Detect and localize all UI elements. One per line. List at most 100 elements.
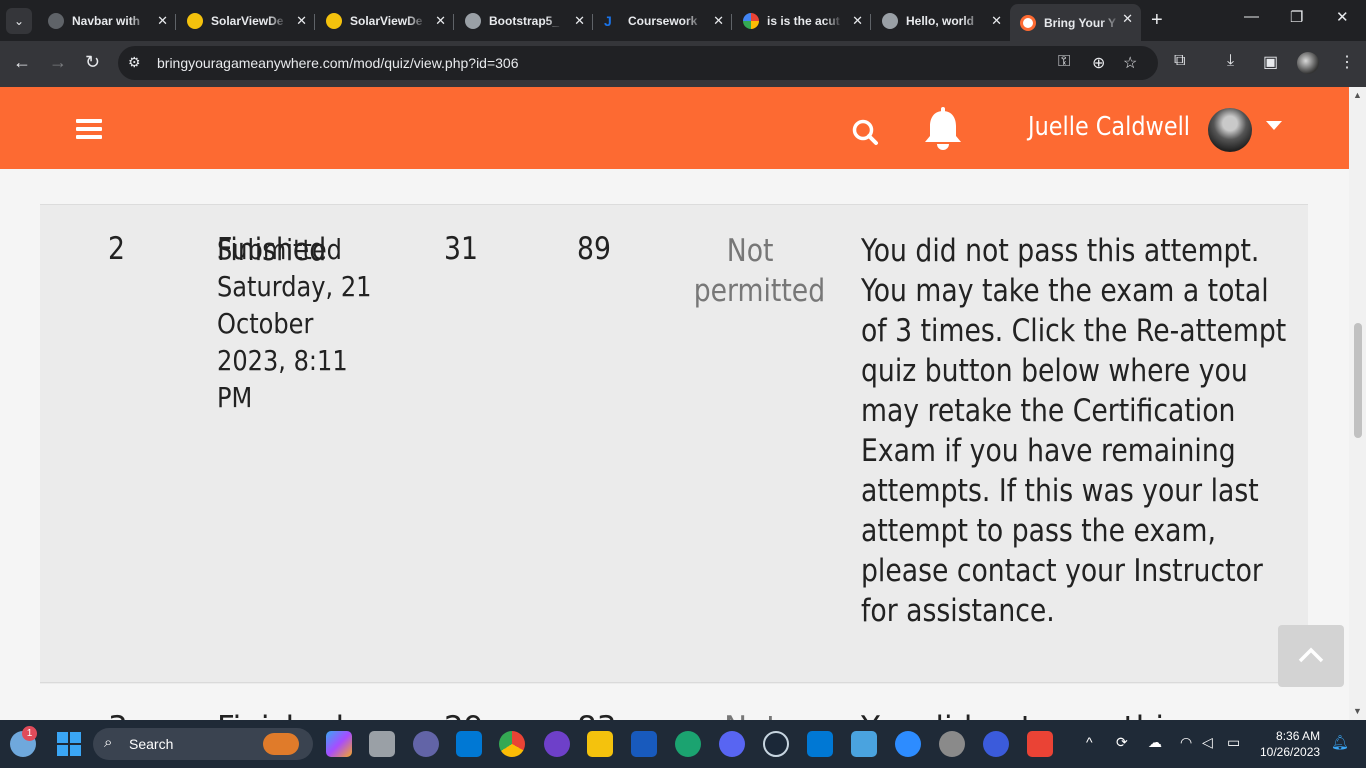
attempt-state: Finished [217, 710, 344, 720]
store-icon[interactable] [807, 731, 833, 757]
wifi-icon[interactable]: ◠ [1180, 734, 1192, 751]
tab-close-icon[interactable]: ✕ [713, 13, 724, 29]
attempt-grade: 83 [577, 710, 616, 720]
sun-favicon-icon [326, 13, 342, 29]
chatgpt-favicon-icon [48, 13, 64, 29]
back-to-top-button[interactable] [1278, 625, 1344, 687]
download-icon[interactable]: ⤓ [1227, 52, 1234, 70]
onedrive-icon[interactable]: ☁ [1148, 734, 1162, 751]
new-tab-icon[interactable]: + [1151, 9, 1163, 32]
notification-bell-icon[interactable] [922, 107, 964, 151]
menu-kebab-icon[interactable]: ⋮ [1339, 52, 1355, 72]
pumpkin-icon [263, 733, 299, 755]
restore-icon[interactable]: ❐ [1290, 8, 1303, 26]
notification-bell-icon[interactable]: 🔔︎ [1331, 734, 1349, 751]
chevron-up-icon[interactable]: ^ [1086, 734, 1093, 750]
word-icon[interactable] [631, 731, 657, 757]
key-icon[interactable]: ⚿ [1058, 53, 1070, 71]
attempt-review: Not [724, 710, 778, 720]
tab-active[interactable]: Bring Your Y ✕ [1010, 4, 1141, 41]
search-icon[interactable] [851, 118, 879, 146]
side-panel-icon[interactable]: ▣ [1263, 52, 1278, 72]
close-window-icon[interactable]: ✕ [1336, 8, 1349, 26]
taskbar-search-label: Search [129, 736, 174, 752]
github-icon[interactable] [544, 731, 570, 757]
tab-0[interactable]: Navbar with ✕ [38, 6, 176, 36]
back-icon[interactable]: ← [13, 52, 31, 73]
chevron-down-icon[interactable] [1266, 121, 1282, 130]
tab-close-icon[interactable]: ✕ [852, 13, 863, 29]
profile-avatar[interactable] [1297, 52, 1319, 74]
minimize-icon[interactable]: — [1244, 8, 1259, 25]
task-view-icon[interactable] [369, 731, 395, 757]
tab-title: SolarViewDe [211, 14, 284, 28]
tab-close-icon[interactable]: ✕ [296, 13, 307, 29]
system-clock[interactable]: 8:36 AM 10/26/2023 [1260, 728, 1320, 760]
hamburger-menu-icon[interactable] [76, 119, 102, 139]
tab-search-icon[interactable]: ⌄ [6, 8, 32, 34]
tab-4[interactable]: J Coursework ✕ [594, 6, 732, 36]
file-explorer-icon[interactable] [587, 731, 613, 757]
globe-favicon-icon [882, 13, 898, 29]
page-scrollbar[interactable]: ▲ ▼ [1349, 87, 1366, 720]
attempt-state: Finished Submitted Saturday, 21 October … [217, 232, 372, 414]
edge-icon[interactable] [675, 731, 701, 757]
copilot-icon[interactable] [326, 731, 352, 757]
tab-6[interactable]: Hello, world ✕ [872, 6, 1010, 36]
chrome-icon[interactable] [499, 731, 525, 757]
url-text[interactable]: bringyouragameanywhere.com/mod/quiz/view… [157, 55, 519, 71]
tab-2[interactable]: SolarViewDe ✕ [316, 6, 454, 36]
reload-icon[interactable]: ↻ [85, 52, 100, 73]
site-info-icon[interactable]: ⚙ [128, 54, 141, 71]
tab-3[interactable]: Bootstrap5_ ✕ [455, 6, 593, 36]
scroll-down-icon[interactable]: ▼ [1353, 706, 1362, 716]
scroll-up-icon[interactable]: ▲ [1353, 90, 1362, 100]
battery-icon[interactable]: ▭ [1227, 734, 1240, 751]
user-name[interactable]: Juelle Caldwell [1028, 112, 1190, 142]
zoom-app-icon[interactable] [895, 731, 921, 757]
app-icon[interactable] [983, 731, 1009, 757]
discord-icon[interactable] [719, 731, 745, 757]
snipping-tool-icon[interactable] [1027, 731, 1053, 757]
address-bar[interactable]: ⚙ bringyouragameanywhere.com/mod/quiz/vi… [118, 46, 1158, 80]
steam-icon[interactable] [763, 731, 789, 757]
j-favicon-icon: J [604, 13, 612, 29]
site-header: Juelle Caldwell [0, 87, 1349, 169]
table-row: 3 Finished 29 83 Not You did not pass th… [40, 684, 1308, 720]
vscode-icon[interactable] [456, 731, 482, 757]
teams-icon[interactable] [413, 731, 439, 757]
volume-icon[interactable]: ◁ [1202, 734, 1213, 751]
settings-icon[interactable] [939, 731, 965, 757]
zoom-icon[interactable]: ⊕ [1092, 53, 1105, 73]
browser-tab-strip: ⌄ Navbar with ✕ SolarViewDe ✕ SolarViewD… [0, 0, 1366, 41]
tab-title: Coursework [628, 14, 698, 28]
windows-taskbar: 1 ⌕ Search ^ ⟳ ☁ ◠ ◁ ▭ 8:36 AM 10/26/202… [0, 720, 1366, 768]
attempt-marks: 31 [444, 231, 478, 267]
submitted-line: 2023, 8:11 [217, 344, 348, 377]
tab-title: is is the acut [767, 14, 840, 28]
extensions-icon[interactable]: ⧉ [1174, 52, 1185, 70]
sun-favicon-icon [187, 13, 203, 29]
tab-close-icon[interactable]: ✕ [991, 13, 1002, 29]
tab-close-icon[interactable]: ✕ [157, 13, 168, 29]
user-avatar[interactable] [1208, 108, 1252, 152]
notification-badge: 1 [22, 726, 37, 741]
start-icon[interactable] [57, 732, 81, 756]
scrollbar-thumb[interactable] [1354, 323, 1362, 438]
bookmark-star-icon[interactable]: ☆ [1123, 53, 1137, 73]
tab-title: Hello, world [906, 14, 975, 28]
tab-title: Bootstrap5_ [489, 14, 560, 28]
table-row [40, 169, 1308, 205]
web-page: Juelle Caldwell 2 Finished Submitted Sat… [0, 87, 1349, 720]
google-favicon-icon [743, 13, 759, 29]
tab-close-icon[interactable]: ✕ [1122, 11, 1133, 27]
forward-icon[interactable]: → [49, 52, 67, 73]
tab-close-icon[interactable]: ✕ [574, 13, 585, 29]
tab-5[interactable]: is is the acut ✕ [733, 6, 871, 36]
chevron-up-icon [1298, 647, 1324, 663]
sync-icon[interactable]: ⟳ [1116, 734, 1128, 751]
tab-1[interactable]: SolarViewDe ✕ [177, 6, 315, 36]
notepad-icon[interactable] [851, 731, 877, 757]
taskbar-search[interactable]: ⌕ Search [93, 728, 313, 760]
tab-close-icon[interactable]: ✕ [435, 13, 446, 29]
